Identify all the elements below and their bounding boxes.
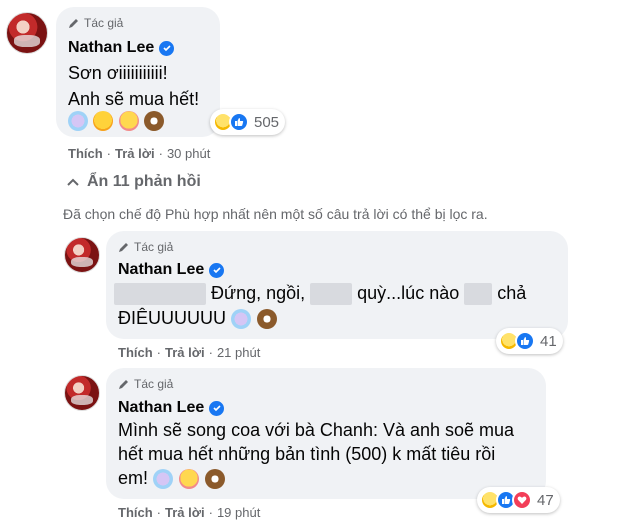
reaction-count: 41 [540,332,557,350]
reply-text-part: ĐIÊUUUUUU [118,308,226,328]
censored-text [114,283,206,306]
author-tag-label: Tác giả [134,240,174,254]
comment-text-line-2: Anh sẽ mua hết! [68,89,200,109]
comment-text-line-1: Sơn ơiiiiiiiiiii! [68,63,168,83]
avatar[interactable] [64,375,100,411]
like-reaction-icon [515,331,535,351]
avatar[interactable] [64,237,100,273]
reply-text-line-1: Đứng, ngồi, quỳ...lúc nào chả [114,279,526,307]
author-name-text[interactable]: Nathan Lee [68,39,154,57]
reaction-count: 505 [254,113,280,131]
author-name[interactable]: Nathan Lee [118,399,225,417]
unicorn-emoji [68,111,88,131]
unicorn-emoji [153,469,174,490]
verified-badge-icon [159,40,175,56]
author-name[interactable]: Nathan Lee [118,261,225,279]
author-tag-label: Tác giả [84,16,124,30]
author-name-text[interactable]: Nathan Lee [118,261,204,279]
reply-actions: Thích · Trả lời · 19 phút [118,505,260,520]
timestamp[interactable]: 19 phút [217,505,260,520]
unicorn-emoji [231,309,252,330]
comment-actions: Thích · Trả lời · 30 phút [68,146,210,161]
coconut-emoji [205,469,226,490]
hide-replies-label[interactable]: Ẩn 11 phản hồi [87,173,201,191]
pencil-icon [119,380,128,389]
verified-badge-icon [209,400,225,416]
separator-dot: · [106,146,112,161]
author-name-text[interactable]: Nathan Lee [118,399,204,417]
separator-dot: · [156,345,162,360]
reply-text-line-2: ĐIÊUUUUUU [118,304,278,332]
reply-button[interactable]: Trả lời [165,505,205,520]
like-button[interactable]: Thích [118,505,153,520]
hide-replies-button[interactable]: Ẩn 11 phản hồi [67,173,201,191]
timestamp[interactable]: 21 phút [217,345,260,360]
author-badge: Tác giả [68,16,123,30]
love-reaction-icon [512,490,532,510]
reply-actions: Thích · Trả lời · 21 phút [118,345,260,360]
filter-notice: Đã chọn chế độ Phù hợp nhất nên một số c… [63,206,488,222]
coconut-emoji [257,309,278,330]
comment-emojis [68,111,165,131]
like-reaction-icon [229,112,249,132]
reaction-summary[interactable]: 41 [496,328,563,354]
like-button[interactable]: Thích [68,146,103,161]
rofl-emoji [93,111,114,131]
avatar[interactable] [6,12,48,54]
reply-text-part: Đứng, ngồi, [211,283,306,303]
author-name[interactable]: Nathan Lee [68,39,175,57]
censored-text [310,283,353,306]
like-button[interactable]: Thích [118,345,153,360]
reply-button[interactable]: Trả lời [115,146,155,161]
reaction-summary[interactable]: 505 [210,109,286,135]
pencil-icon [69,19,78,28]
reply-text-part: chả [497,283,527,303]
comment-bubble: Tác giả Nathan Lee Sơn ơiiiiiiiiiii! Anh… [56,7,220,137]
reply-bubble: Tác giả Nathan Lee Mình sẽ song coa với … [106,368,546,499]
reply-text-part: em! [118,468,149,488]
reply-text-line-3: em! [118,464,226,492]
verified-badge-icon [209,262,225,278]
timestamp[interactable]: 30 phút [167,146,210,161]
reaction-summary[interactable]: 47 [477,487,560,513]
smiling-hearts-emoji [179,469,200,490]
separator-dot: · [156,505,162,520]
author-badge: Tác giả [118,377,173,391]
author-badge: Tác giả [118,240,173,254]
smiling-hearts-emoji [118,111,139,131]
reply-bubble: Tác giả Nathan Lee Đứng, ngồi, quỳ...lúc… [106,231,568,339]
censored-text [464,283,493,306]
separator-dot: · [208,505,213,520]
reaction-count: 47 [537,491,554,509]
separator-dot: · [208,345,213,360]
reply-text-part: quỳ...lúc nào [357,283,460,303]
separator-dot: · [158,146,163,161]
coconut-emoji [144,111,165,131]
chevron-up-icon [67,178,79,186]
reply-button[interactable]: Trả lời [165,345,205,360]
author-tag-label: Tác giả [134,377,174,391]
pencil-icon [119,243,128,252]
